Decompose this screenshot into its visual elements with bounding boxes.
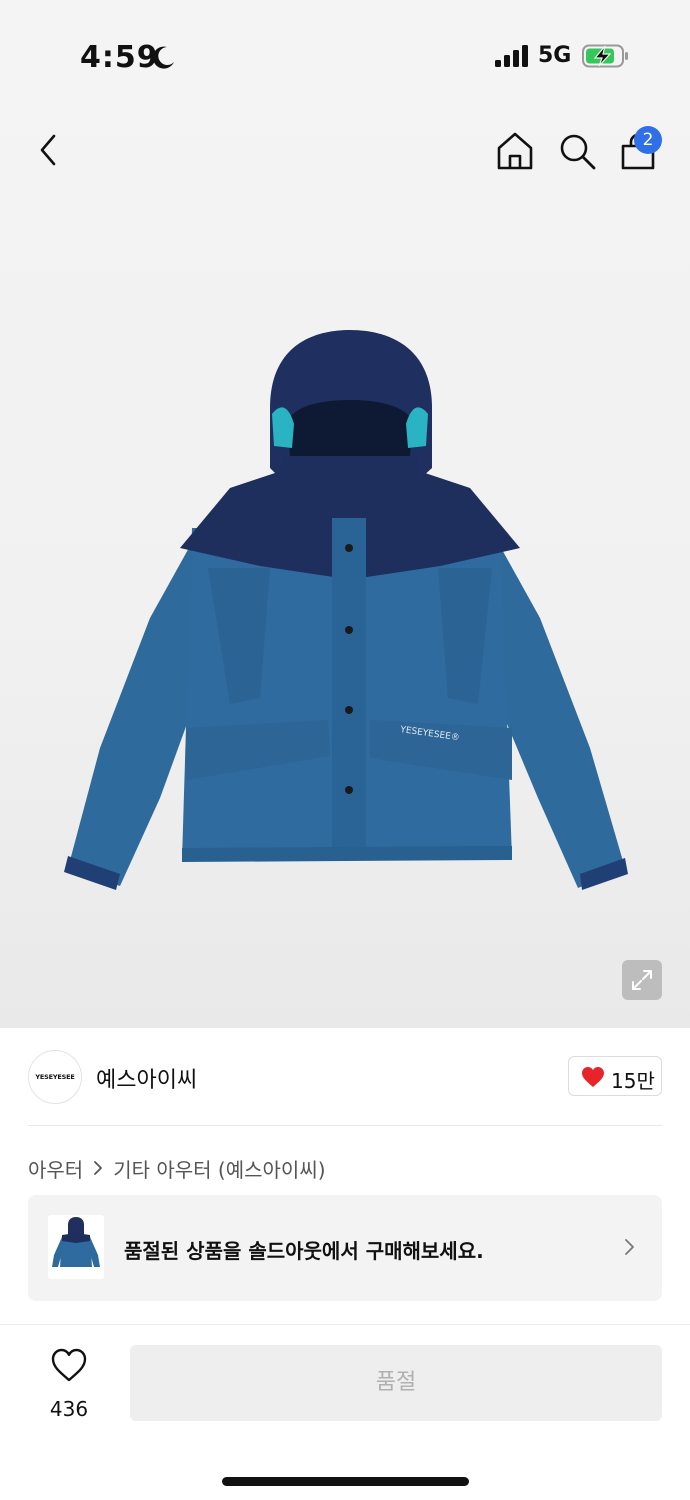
battery-charging-icon	[582, 44, 628, 68]
product-thumbnail	[48, 1215, 104, 1279]
chevron-right-icon	[625, 1239, 634, 1255]
brand-row[interactable]: YESEYESEE 예스아이씨 15만	[0, 1028, 690, 1126]
soldout-button: 품절	[130, 1345, 662, 1421]
heart-outline-icon	[51, 1348, 87, 1382]
product-image-area: 4:59 5G 2 YESEYESEE®	[0, 0, 690, 1028]
network-label: 5G	[538, 43, 572, 68]
home-indicator	[222, 1477, 469, 1486]
breadcrumb: 아우터 기타 아우터 (예스아이씨)	[28, 1154, 326, 1182]
wishlist-button[interactable]: 436	[36, 1347, 102, 1437]
soldout-banner-text: 품절된 상품을 솔드아웃에서 구매해보세요.	[124, 1239, 484, 1263]
chevron-right-icon	[94, 1161, 103, 1175]
expand-icon	[632, 970, 652, 990]
divider	[28, 1125, 662, 1126]
status-time: 4:59	[80, 40, 159, 75]
breadcrumb-item-outer[interactable]: 아우터	[28, 1154, 83, 1183]
status-bar: 4:59 5G	[0, 0, 690, 110]
wishlist-count: 436	[49, 1397, 89, 1421]
cart-count-badge: 2	[634, 126, 662, 154]
signal-icon	[495, 45, 528, 67]
brand-logo[interactable]: YESEYESEE	[28, 1050, 82, 1104]
breadcrumb-item-other-outer[interactable]: 기타 아우터 (예스아이씨)	[113, 1154, 325, 1183]
soldout-banner[interactable]: 품절된 상품을 솔드아웃에서 구매해보세요.	[28, 1195, 662, 1301]
hooded-jacket-image: YESEYESEE®	[64, 330, 628, 890]
home-icon[interactable]	[494, 130, 536, 172]
brand-like-button[interactable]: 15만	[568, 1056, 662, 1096]
moon-icon	[152, 46, 174, 69]
top-navigation: 2	[0, 120, 690, 184]
bottom-action-bar: 436 품절	[0, 1325, 690, 1500]
heart-filled-icon	[582, 1067, 604, 1087]
back-icon[interactable]	[28, 130, 68, 170]
brand-name[interactable]: 예스아이씨	[96, 1062, 197, 1094]
search-icon[interactable]	[556, 130, 598, 172]
brand-like-count: 15만	[611, 1069, 655, 1093]
expand-image-button[interactable]	[622, 960, 662, 1000]
